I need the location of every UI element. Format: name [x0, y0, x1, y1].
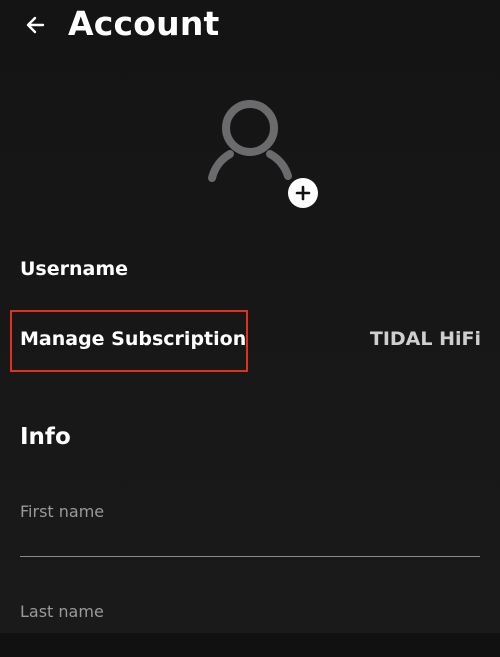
subscription-plan-value: TIDAL HiFi [369, 328, 481, 350]
last-name-field: Last name [20, 598, 480, 657]
plus-icon [295, 185, 311, 201]
last-name-input[interactable] [20, 621, 480, 657]
first-name-field: First name [20, 498, 480, 557]
arrow-left-icon [26, 16, 45, 34]
add-photo-button[interactable] [288, 178, 318, 208]
first-name-label: First name [20, 502, 105, 521]
header: Account [0, 0, 500, 56]
username-label: Username [20, 258, 129, 280]
back-button[interactable] [20, 10, 50, 40]
username-row[interactable]: Username [0, 256, 500, 288]
page-title: Account [68, 4, 220, 43]
manage-subscription-label: Manage Subscription [20, 328, 247, 350]
last-name-label: Last name [20, 602, 104, 621]
first-name-input[interactable] [20, 521, 480, 557]
manage-subscription-row[interactable]: Manage Subscription TIDAL HiFi [0, 310, 500, 374]
profile-avatar[interactable] [200, 98, 330, 213]
info-section-title: Info [20, 424, 71, 450]
